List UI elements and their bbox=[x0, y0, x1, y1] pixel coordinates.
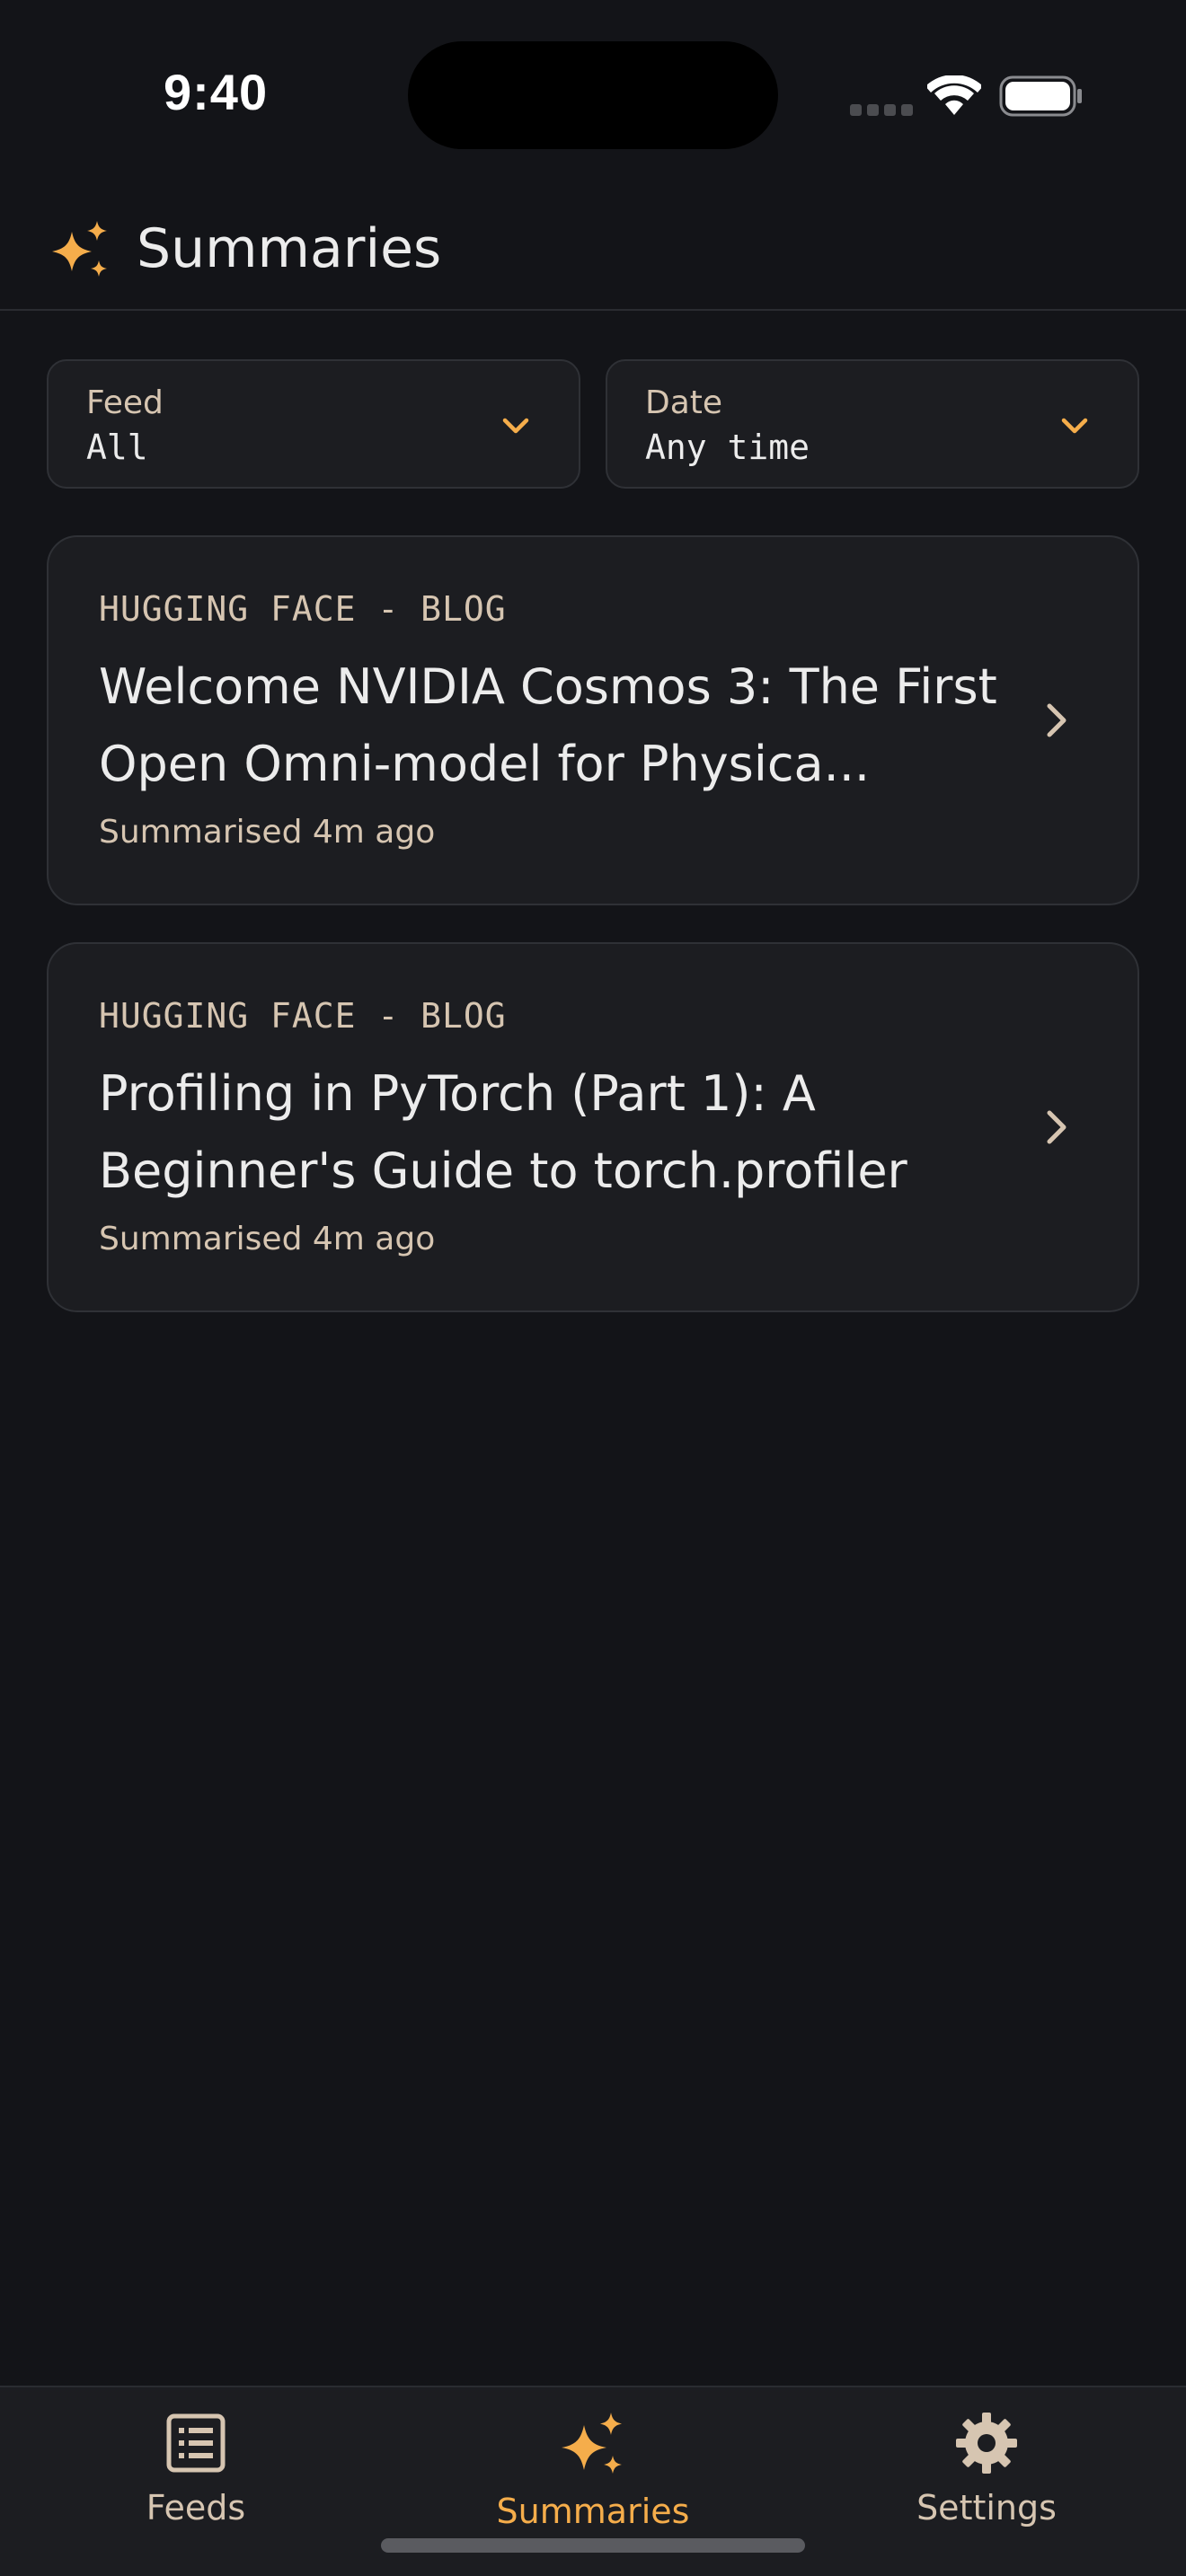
status-bar: 9:40 bbox=[0, 0, 1186, 180]
tab-label: Settings bbox=[916, 2488, 1057, 2527]
tab-label: Feeds bbox=[146, 2488, 246, 2527]
feed-filter-value: All bbox=[86, 428, 148, 467]
battery-icon bbox=[999, 75, 1082, 117]
chevron-down-icon bbox=[502, 418, 529, 434]
summary-card[interactable]: HUGGING FACE - BLOG Welcome NVIDIA Cosmo… bbox=[47, 535, 1139, 905]
summaries-screen: 9:40 Summaries Feed All Date Any time HU… bbox=[0, 0, 1186, 2576]
card-source: HUGGING FACE - BLOG bbox=[99, 996, 507, 1036]
status-time: 9:40 bbox=[164, 64, 269, 120]
date-filter-label: Date bbox=[645, 384, 723, 421]
list-icon bbox=[166, 2413, 226, 2473]
dynamic-island bbox=[408, 41, 778, 149]
page-title: Summaries bbox=[137, 217, 442, 280]
tab-settings[interactable]: Settings bbox=[852, 2411, 1121, 2545]
feed-filter-label: Feed bbox=[86, 384, 164, 421]
card-meta: Summarised 4m ago bbox=[99, 814, 436, 851]
wifi-icon bbox=[927, 75, 981, 115]
card-title: Welcome NVIDIA Cosmos 3: The First Open … bbox=[99, 658, 997, 792]
chevron-right-icon bbox=[1047, 703, 1067, 737]
chevron-down-icon bbox=[1061, 418, 1088, 434]
card-title: Profiling in PyTorch (Part 1): A Beginne… bbox=[99, 1065, 907, 1199]
card-meta: Summarised 4m ago bbox=[99, 1221, 436, 1257]
gear-icon bbox=[956, 2413, 1017, 2474]
header: Summaries bbox=[0, 199, 1186, 311]
date-filter-value: Any time bbox=[645, 428, 810, 467]
sparkles-icon bbox=[52, 221, 107, 277]
date-filter-dropdown[interactable]: Date Any time bbox=[606, 359, 1139, 489]
summary-card[interactable]: HUGGING FACE - BLOG Profiling in PyTorch… bbox=[47, 942, 1139, 1312]
sparkles-icon bbox=[562, 2413, 622, 2474]
signal-icon bbox=[850, 102, 918, 119]
card-source: HUGGING FACE - BLOG bbox=[99, 589, 507, 629]
tab-label: Summaries bbox=[496, 2492, 690, 2531]
feed-filter-dropdown[interactable]: Feed All bbox=[47, 359, 580, 489]
chevron-right-icon bbox=[1047, 1110, 1067, 1144]
tab-feeds[interactable]: Feeds bbox=[61, 2411, 331, 2545]
tab-summaries[interactable]: Summaries bbox=[458, 2411, 728, 2545]
home-indicator bbox=[381, 2538, 805, 2553]
